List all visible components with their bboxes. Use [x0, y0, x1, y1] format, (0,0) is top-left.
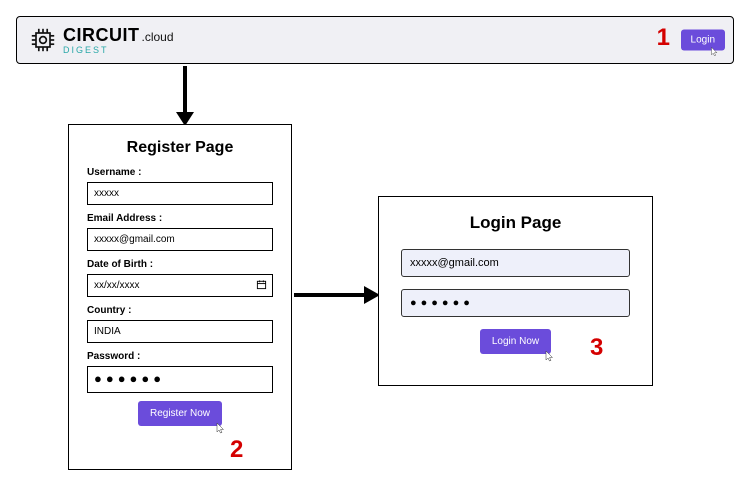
password-input[interactable]: ●●●●●● [87, 366, 273, 393]
step-number-1: 1 [657, 24, 670, 52]
login-card: Login Page ●●●●●● Login Now [378, 196, 653, 386]
country-label: Country : [87, 305, 273, 316]
logo-text-main: CIRCUIT [63, 25, 140, 45]
login-button[interactable]: Login Now [480, 329, 551, 354]
step-number-2: 2 [230, 436, 243, 464]
arrow-2 [292, 280, 382, 310]
login-button-label: Login Now [492, 336, 539, 347]
login-title: Login Page [401, 213, 630, 233]
register-card: Register Page Username : Email Address :… [68, 124, 292, 470]
username-input[interactable] [87, 182, 273, 205]
cursor-icon [709, 47, 719, 57]
header-login-button[interactable]: Login [681, 30, 725, 51]
arrow-1 [170, 64, 200, 128]
login-password-input[interactable]: ●●●●●● [401, 289, 630, 317]
logo-text-sub: DIGEST [63, 46, 174, 55]
cursor-icon [214, 422, 226, 434]
dob-label: Date of Birth : [87, 259, 273, 270]
username-label: Username : [87, 167, 273, 178]
logo-text-cloud: .cloud [142, 30, 174, 44]
email-input[interactable] [87, 228, 273, 251]
header-bar: CIRCUIT.cloud DIGEST Login [16, 16, 734, 64]
password-label: Password : [87, 351, 273, 362]
dob-input[interactable] [87, 274, 273, 297]
login-email-input[interactable] [401, 249, 630, 277]
register-button-label: Register Now [150, 408, 210, 419]
email-label: Email Address : [87, 213, 273, 224]
register-title: Register Page [87, 139, 273, 157]
step-number-3: 3 [590, 334, 603, 362]
chip-icon [29, 26, 57, 54]
country-input[interactable] [87, 320, 273, 343]
cursor-icon [543, 350, 555, 362]
register-button[interactable]: Register Now [138, 401, 222, 426]
logo: CIRCUIT.cloud DIGEST [29, 26, 174, 55]
header-login-label: Login [691, 35, 715, 46]
